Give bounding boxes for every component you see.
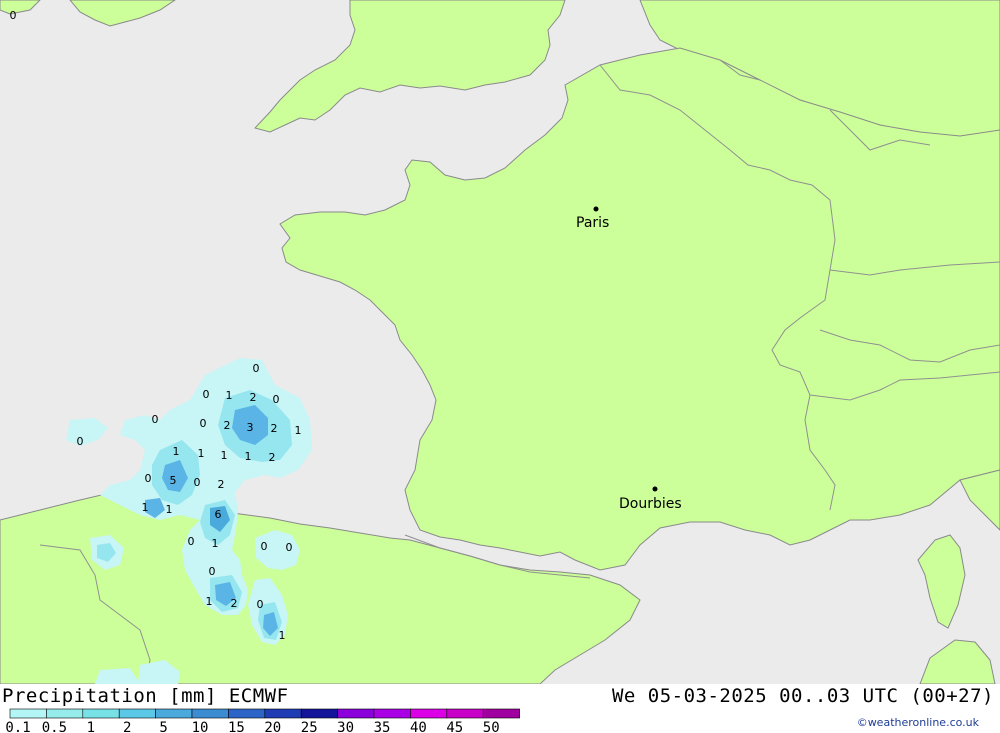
- legend-color-box: [337, 708, 375, 719]
- city-label-dourbies: Dourbies: [619, 496, 682, 512]
- legend-color-box: [118, 708, 156, 719]
- legend-color-box: [446, 708, 484, 719]
- legend-label: 0.5: [42, 720, 67, 733]
- precip-value: 1: [212, 537, 219, 550]
- precip-value: 0: [145, 472, 152, 485]
- legend-label: 20: [264, 720, 281, 733]
- legend-label: 10: [192, 720, 209, 733]
- city-dot-dourbies: [652, 486, 658, 492]
- legend-color-boxes: [9, 708, 520, 719]
- precip-value: 1: [142, 501, 149, 514]
- precip-value: 0: [286, 541, 293, 554]
- precip-value: 2: [271, 422, 278, 435]
- precip-value: 2: [231, 597, 238, 610]
- precip-legend: 0.1 0.5 1 2 5 10 15 20 25 30 35 40 45 50: [5, 708, 520, 733]
- precip-value: 0: [152, 413, 159, 426]
- legend-label: 40: [410, 720, 427, 733]
- precip-value: 1: [166, 503, 173, 516]
- legend-label: 15: [228, 720, 245, 733]
- city-label-paris: Paris: [576, 215, 609, 231]
- precip-value: 1: [173, 445, 180, 458]
- credit-link[interactable]: ©weatheronline.co.uk: [857, 716, 979, 729]
- precip-value: 2: [224, 419, 231, 432]
- city-dot-paris: [593, 206, 599, 212]
- precip-value: 0: [194, 476, 201, 489]
- precip-value: 1: [206, 595, 213, 608]
- weather-map: 0 0 1 2 0 0 0 2 3 2 1 0 1 1 1 1 2 0 5 0 …: [0, 0, 1000, 684]
- legend-label: 1: [87, 720, 95, 733]
- precip-value: 0: [77, 435, 84, 448]
- precip-value: 0: [257, 598, 264, 611]
- precip-value: 0: [188, 535, 195, 548]
- legend-color-box: [155, 708, 193, 719]
- legend-color-box: [82, 708, 120, 719]
- precip-value: 0: [200, 417, 207, 430]
- precip-value: 1: [245, 450, 252, 463]
- forecast-datetime: We 05-03-2025 00..03 UTC (00+27): [611, 685, 994, 707]
- legend-label: 2: [123, 720, 131, 733]
- precip-value: 2: [269, 451, 276, 464]
- legend-color-box: [228, 708, 266, 719]
- legend-label: 0.1: [5, 720, 30, 733]
- legend-color-box: [264, 708, 302, 719]
- precip-value: 1: [279, 629, 286, 642]
- legend-label: 25: [301, 720, 318, 733]
- legend-color-box: [46, 708, 84, 719]
- precip-value: 0: [253, 362, 260, 375]
- legend-label: 30: [337, 720, 354, 733]
- precip-value: 5: [170, 474, 177, 487]
- precip-value: 0: [10, 9, 17, 22]
- legend-label: 50: [483, 720, 500, 733]
- precip-value: 0: [209, 565, 216, 578]
- legend-label: 35: [374, 720, 391, 733]
- precip-value: 6: [215, 508, 222, 521]
- precip-value: 2: [218, 478, 225, 491]
- legend-color-box: [191, 708, 229, 719]
- legend-label: 5: [159, 720, 167, 733]
- precip-value: 0: [203, 388, 210, 401]
- legend-label: 45: [446, 720, 463, 733]
- precip-value: 1: [295, 424, 302, 437]
- precip-value: 1: [221, 449, 228, 462]
- precip-value: 1: [198, 447, 205, 460]
- legend-color-box: [9, 708, 47, 719]
- precip-value: 0: [261, 540, 268, 553]
- map-title: Precipitation [mm] ECMWF: [2, 685, 289, 707]
- precip-value: 1: [226, 389, 233, 402]
- precip-value: 3: [247, 421, 254, 434]
- legend-labels: 0.1 0.5 1 2 5 10 15 20 25 30 35 40 45 50: [5, 720, 499, 733]
- legend-color-box: [300, 708, 338, 719]
- legend-color-box: [373, 708, 411, 719]
- precip-value: 0: [273, 393, 280, 406]
- precip-value: 2: [250, 391, 257, 404]
- legend-color-box: [410, 708, 448, 719]
